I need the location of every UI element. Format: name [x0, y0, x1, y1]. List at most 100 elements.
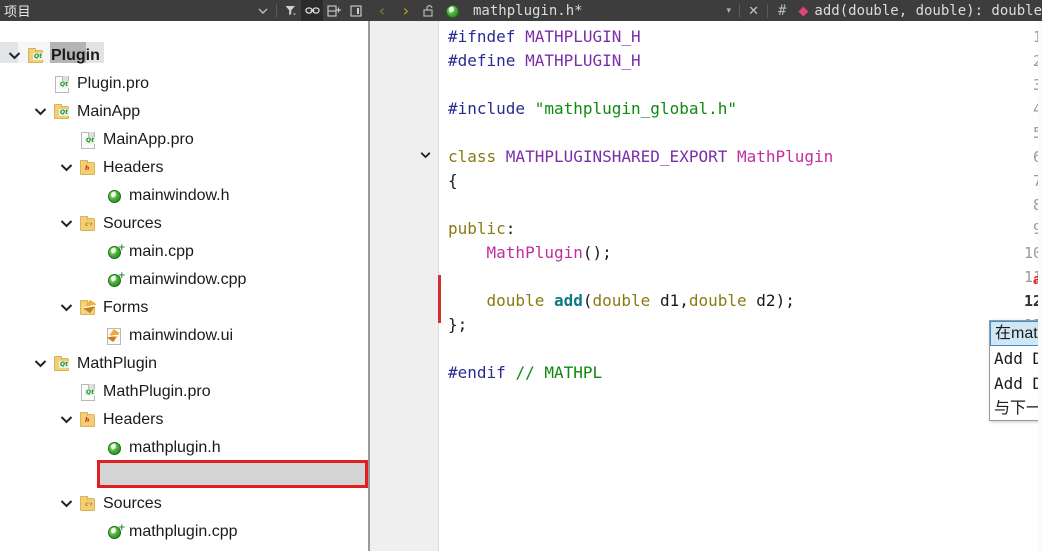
tree-item-mainwindow-ui[interactable]: mainwindow.ui: [0, 322, 368, 350]
chevron-expanded-icon[interactable]: [58, 302, 74, 315]
tree-item-label: mainwindow.cpp: [129, 271, 247, 288]
source-file-icon: +: [104, 271, 126, 289]
chevron-expanded-icon[interactable]: [58, 162, 74, 175]
tree-item-label: Forms: [103, 299, 149, 316]
tree-item-label: Plugin: [51, 47, 100, 64]
code-token: );: [775, 291, 795, 310]
chevron-expanded-icon[interactable]: [58, 498, 74, 511]
tree-item-mathplugin[interactable]: Qt MathPlugin: [0, 350, 368, 378]
project-panel-toolbar: 项目: [0, 0, 370, 21]
tree-item-mathplugin-h[interactable]: mathplugin.h: [0, 434, 368, 462]
chevron-expanded-icon[interactable]: [32, 106, 48, 119]
tree-item-label: main.cpp: [129, 243, 194, 260]
open-document-name[interactable]: mathplugin.h*: [473, 3, 583, 19]
code-token: {: [448, 171, 458, 190]
code-line[interactable]: };: [448, 313, 467, 337]
folder-sources-icon: c+: [78, 495, 98, 513]
chevron-down-icon[interactable]: [252, 0, 274, 21]
popup-menu-item[interactable]: Add Definition Inside Class: [990, 371, 1042, 396]
code-token: MathPlugin: [736, 147, 834, 166]
filter-icon[interactable]: [279, 0, 301, 21]
tree-item-label: mainwindow.h: [129, 187, 230, 204]
lock-open-icon[interactable]: [418, 0, 440, 21]
fold-toggle-icon[interactable]: [418, 145, 432, 169]
chevron-expanded-icon[interactable]: [58, 218, 74, 231]
tree-item-label: Plugin.pro: [77, 75, 150, 92]
tree-item-icon-wrap: [78, 299, 103, 317]
tree-item-main-cpp[interactable]: + main.cpp: [0, 238, 368, 266]
code-line[interactable]: double add(double d1,double d2);: [448, 289, 795, 313]
link-icon[interactable]: [301, 0, 323, 21]
tree-item-plugin[interactable]: Qt Plugin: [0, 42, 368, 70]
tree-item-mathplugin-cpp[interactable]: + mathplugin.cpp: [0, 518, 368, 546]
split-add-icon[interactable]: [323, 0, 345, 21]
code-token: MATHPLUGINSHARED_EXPORT: [505, 147, 737, 166]
code-editor[interactable]: 1 #ifndef MATHPLUGIN_H 2 #define MATHPLUGIN…: [370, 21, 1042, 551]
chevron-expanded-icon[interactable]: [58, 414, 74, 427]
code-token: #define: [448, 51, 526, 70]
document-dropdown-icon[interactable]: ▾: [721, 5, 738, 16]
tree-item-headers[interactable]: h Headers: [0, 154, 368, 182]
cpp-source-icon: [442, 2, 462, 20]
code-line[interactable]: #include "mathplugin_global.h": [448, 97, 737, 121]
application-window: 项目 ‹ › mathplugin.h* ▾ ✕ # ◆ add(double,…: [0, 0, 1042, 551]
tree-item-headers[interactable]: h Headers: [0, 406, 368, 434]
code-line[interactable]: public:: [448, 217, 515, 241]
line-number: 7: [980, 169, 1042, 193]
popup-menu-item[interactable]: Add Definition Outside Class: [990, 346, 1042, 371]
code-line[interactable]: #endif // MATHPL: [448, 361, 602, 385]
tree-item-icon-wrap: [104, 439, 129, 457]
tree-item-icon-wrap: h: [78, 411, 103, 429]
tree-item-icon-wrap: Qt: [78, 131, 103, 149]
tree-item-mainwindow-cpp[interactable]: + mainwindow.cpp: [0, 266, 368, 294]
header-file-icon: [104, 439, 124, 457]
tree-item-plugin-pro[interactable]: Qt Plugin.pro: [0, 70, 368, 98]
popup-menu-item[interactable]: 在mathplugin.cpp添加定义: [990, 321, 1042, 346]
close-document-icon[interactable]: ✕: [742, 3, 765, 19]
refactor-suggestion-popup[interactable]: 在mathplugin.cpp添加定义Add Definition Outsid…: [989, 320, 1042, 421]
editor-toolbar-separator-2: [766, 3, 768, 18]
tree-item-icon-wrap: Qt: [26, 47, 51, 65]
line-number: 1: [980, 25, 1042, 49]
close-split-icon[interactable]: [345, 0, 367, 21]
tree-item-label: Headers: [103, 411, 164, 428]
code-token: MATHPLUGIN_H: [525, 27, 641, 46]
tree-item-mathplugin-pro[interactable]: Qt MathPlugin.pro: [0, 378, 368, 406]
chevron-expanded-icon[interactable]: [6, 50, 22, 63]
tree-item-forms[interactable]: Forms: [0, 294, 368, 322]
symbol-hash-icon[interactable]: #: [770, 3, 794, 19]
tree-item-sources[interactable]: c+ Sources: [0, 210, 368, 238]
file-pro-icon: Qt: [78, 131, 98, 149]
tree-item-mainapp-pro[interactable]: Qt MainApp.pro: [0, 126, 368, 154]
code-line[interactable]: {: [448, 169, 458, 193]
file-pro-icon: Qt: [52, 75, 72, 93]
symbol-marker-icon: ◆: [798, 2, 809, 18]
code-line[interactable]: #define MATHPLUGIN_H: [448, 49, 641, 73]
tree-item-label: Sources: [103, 215, 162, 232]
tree-item-sources[interactable]: c+ Sources: [0, 490, 368, 518]
code-token: (: [582, 291, 593, 310]
code-line[interactable]: class MATHPLUGINSHARED_EXPORT MathPlugin: [448, 145, 833, 169]
code-token: d2: [756, 291, 776, 310]
code-token: d1,: [659, 291, 689, 310]
code-line[interactable]: #ifndef MATHPLUGIN_H: [448, 25, 641, 49]
editor-toolbar: ‹ › mathplugin.h* ▾ ✕ # ◆ add(double, do…: [370, 0, 1042, 21]
file-pro-icon: Qt: [78, 383, 98, 401]
folder-sources-icon: c+: [78, 215, 98, 233]
tree-item-icon-wrap: Qt: [78, 383, 103, 401]
code-line[interactable]: MathPlugin();: [448, 241, 612, 265]
tree-item-mainapp[interactable]: Qt MainApp: [0, 98, 368, 126]
navigate-back-icon[interactable]: ‹: [370, 1, 394, 20]
chevron-expanded-icon[interactable]: [32, 358, 48, 371]
navigate-forward-icon[interactable]: ›: [394, 1, 418, 20]
tree-item-icon-wrap: Qt: [52, 75, 77, 93]
popup-menu-item[interactable]: 与下一个参数切换: [990, 396, 1042, 421]
code-token: // MATHPL: [515, 363, 603, 382]
code-token: MATHPLUGIN_H: [525, 51, 641, 70]
tree-item-mainwindow-h[interactable]: mainwindow.h: [0, 182, 368, 210]
line-number: 3: [980, 73, 1042, 97]
editor-scrollbar[interactable]: [1038, 21, 1042, 551]
current-symbol-name[interactable]: add(double, double): double: [814, 3, 1042, 19]
tree-item-icon-wrap: +: [104, 243, 129, 261]
line-number: 9: [980, 217, 1042, 241]
